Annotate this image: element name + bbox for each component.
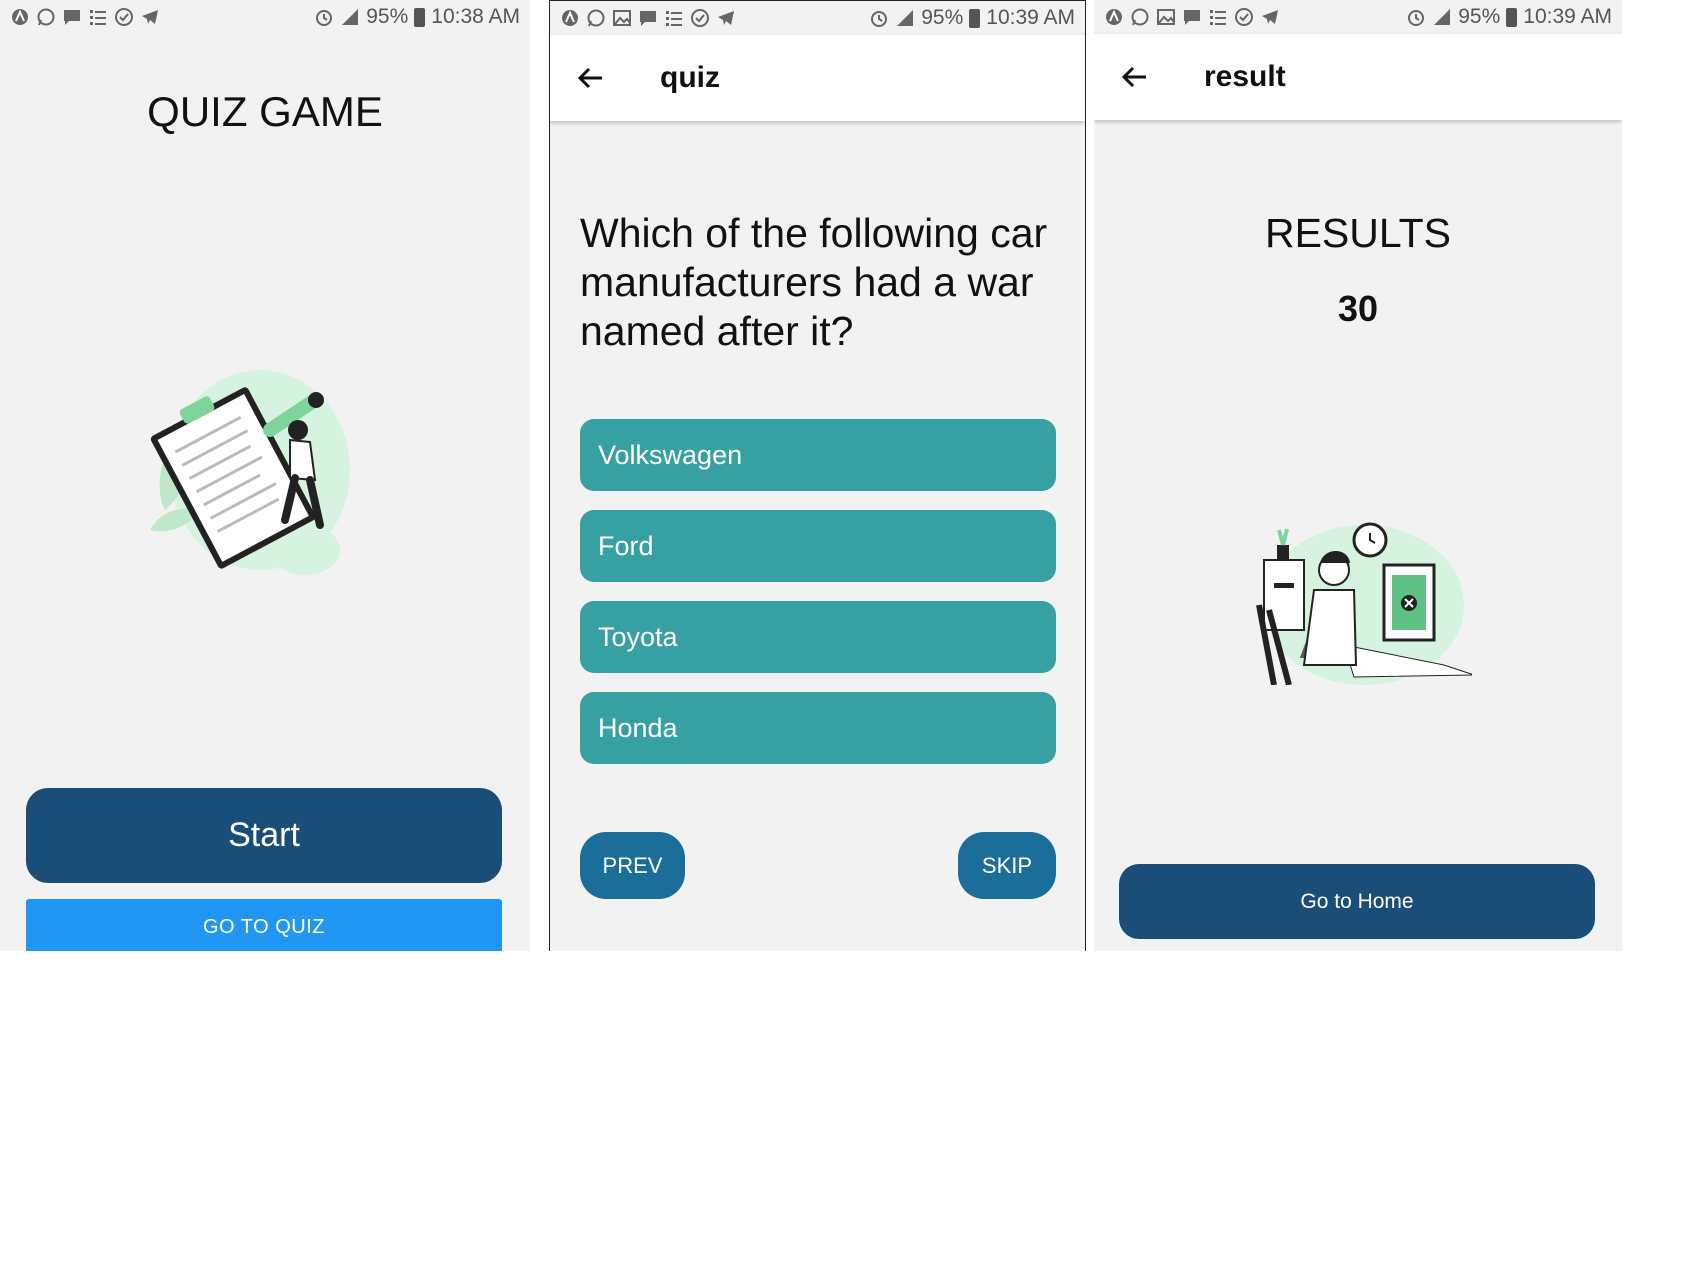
- battery-icon: [1506, 7, 1518, 27]
- status-time: 10:38 AM: [431, 5, 520, 28]
- app-bar: quiz: [550, 35, 1085, 121]
- back-button[interactable]: [1110, 52, 1160, 102]
- status-time: 10:39 AM: [1523, 5, 1612, 28]
- skip-button[interactable]: SKIP: [958, 832, 1056, 899]
- home-screen: 95% 10:38 AM QUIZ GAME Start GO TO QUIZ: [0, 0, 530, 951]
- android-icon: [10, 7, 30, 27]
- telegram-icon: [140, 7, 160, 27]
- go-to-home-button[interactable]: Go to Home: [1119, 864, 1595, 939]
- notification-icons: [1104, 7, 1280, 27]
- battery-percent: 95%: [921, 6, 964, 29]
- appbar-title: quiz: [660, 61, 720, 94]
- battery-percent: 95%: [366, 5, 409, 28]
- chat-icon: [1182, 7, 1202, 27]
- score-value: 30: [1337, 288, 1379, 329]
- status-right: 95% 10:39 AM: [1406, 5, 1612, 29]
- android-icon: [560, 8, 580, 28]
- list-icon: [88, 7, 108, 27]
- quiz-clipboard-illustration: [150, 370, 350, 575]
- android-icon: [1104, 7, 1124, 27]
- status-bar: 95% 10:39 AM: [550, 1, 1085, 35]
- answer-option[interactable]: Honda: [580, 692, 1056, 764]
- battery-percent: 95%: [1458, 5, 1501, 28]
- appbar-title: result: [1204, 60, 1286, 93]
- chat-icon: [62, 7, 82, 27]
- status-right: 95% 10:39 AM: [869, 6, 1075, 30]
- question-text: Which of the following car manufacturers…: [580, 210, 1048, 354]
- telegram-icon: [1260, 7, 1280, 27]
- gallery-icon: [612, 8, 632, 28]
- battery-icon: [414, 7, 426, 27]
- status-time: 10:39 AM: [986, 6, 1075, 29]
- result-screen: 95% 10:39 AM result RESULTS 30 Go to Hom…: [1094, 0, 1622, 951]
- go-to-quiz-button[interactable]: GO TO QUIZ: [26, 899, 502, 951]
- arrow-left-icon: [577, 67, 602, 89]
- start-button[interactable]: Start: [26, 788, 502, 883]
- answer-option[interactable]: Ford: [580, 510, 1056, 582]
- signal-icon: [1432, 7, 1452, 27]
- whatsapp-icon: [586, 8, 606, 28]
- results-heading: RESULTS: [1264, 210, 1452, 256]
- status-right: 95% 10:38 AM: [314, 5, 520, 29]
- whatsapp-icon: [36, 7, 56, 27]
- signal-icon: [340, 7, 360, 27]
- gallery-icon: [1156, 7, 1176, 27]
- alarm-icon: [869, 8, 889, 28]
- list-icon: [1208, 7, 1228, 27]
- signal-icon: [895, 8, 915, 28]
- answer-option[interactable]: Toyota: [580, 601, 1056, 673]
- arrow-left-icon: [1121, 66, 1146, 88]
- app-title: QUIZ GAME: [147, 88, 383, 135]
- prev-button[interactable]: PREV: [580, 832, 685, 899]
- alarm-icon: [1406, 7, 1426, 27]
- alarm-icon: [314, 7, 334, 27]
- notification-icons: [10, 7, 160, 27]
- battery-icon: [969, 8, 981, 28]
- check-circle-icon: [1234, 7, 1254, 27]
- chat-icon: [638, 8, 658, 28]
- quiz-screen: 95% 10:39 AM quiz Which of the following…: [549, 0, 1086, 951]
- answer-option[interactable]: Volkswagen: [580, 419, 1056, 491]
- check-circle-icon: [690, 8, 710, 28]
- list-icon: [664, 8, 684, 28]
- check-circle-icon: [114, 7, 134, 27]
- status-bar: 95% 10:38 AM: [0, 0, 530, 34]
- notification-icons: [560, 8, 736, 28]
- telegram-icon: [716, 8, 736, 28]
- whatsapp-icon: [1130, 7, 1150, 27]
- back-button[interactable]: [566, 53, 616, 103]
- app-bar: result: [1094, 34, 1622, 120]
- person-at-computer-illustration: [1256, 522, 1472, 685]
- status-bar: 95% 10:39 AM: [1094, 0, 1622, 34]
